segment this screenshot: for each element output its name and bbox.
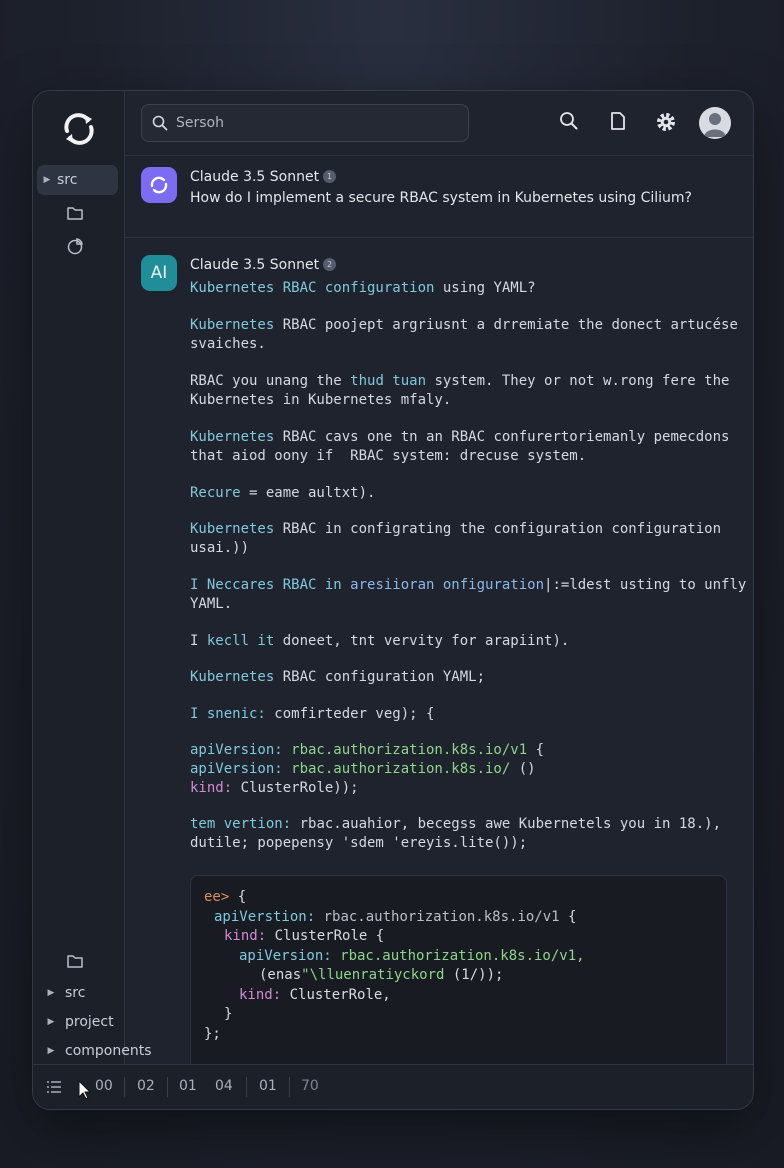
response-line: Kubernetes RBAC poojept argriusnt a drre… <box>190 317 738 333</box>
avatar[interactable] <box>699 107 731 139</box>
cursor-icon <box>78 1079 91 1100</box>
search-icon[interactable] <box>559 111 579 131</box>
response-line: Recure = eame aultxt). <box>190 485 376 501</box>
divider <box>124 1077 125 1097</box>
response-line: I Neccares RBAC in aresiioran onfigurati… <box>190 577 747 593</box>
folder-icon[interactable] <box>66 953 84 969</box>
response-line: Kubernetes RBAC configuration using YAML… <box>190 280 536 296</box>
sync-logo-icon[interactable] <box>59 109 99 149</box>
response-line: tem vertion: rbac.auahior, becegss awe K… <box>190 816 722 832</box>
response-line: that aiod oony if RBAC system: drecuse s… <box>190 448 587 464</box>
divider <box>167 1077 168 1097</box>
file-icon[interactable] <box>609 111 627 131</box>
sidebar-item-project[interactable]: ▶ project <box>41 1014 114 1030</box>
response-line: I snenic: comfirteder veg); { <box>190 706 435 722</box>
response-line: usai.)) <box>190 540 250 556</box>
response-line: I kecll it doneet, tnt vervity for arapi… <box>190 633 570 649</box>
search-icon <box>152 115 168 131</box>
gear-icon[interactable] <box>655 111 677 133</box>
sidebar-item-label: src <box>57 172 78 188</box>
sidebar: ▶ src ▶ src ▶ project ▶ components <box>33 91 152 1065</box>
response-line: Kubernetes in Kubernetes mfaly. <box>190 392 452 408</box>
status-item[interactable]: 70 <box>301 1078 319 1094</box>
code-line: (enas"\lluenratiyckord (1/)); <box>259 967 504 983</box>
response-line: dutile; popepensy 'sdem 'ereyis.lite()); <box>190 835 528 851</box>
response-line: RBAC you unang the thud tuan system. The… <box>190 373 730 389</box>
user-icon <box>704 113 726 137</box>
user-message: Claude 3.5 Sonnet 1 How do I implement a … <box>125 155 753 238</box>
app-window: ▶ src ▶ src ▶ project ▶ components Serso… <box>32 90 754 1110</box>
status-item[interactable]: 00 <box>95 1078 113 1094</box>
sidebar-item-src[interactable]: ▶ src <box>37 165 118 195</box>
response-line: apiVersion: rbac.authorization.k8s.io/v1… <box>190 742 545 758</box>
caret-right-icon: ▶ <box>47 1046 55 1056</box>
response-line: Kubernetes RBAC cavs one tn an RBAC conf… <box>190 429 730 445</box>
code-line: kind: ClusterRole { <box>224 928 385 944</box>
search-input[interactable] <box>174 114 448 132</box>
code-line: } <box>224 1006 233 1022</box>
caret-right-icon: ▶ <box>47 1017 55 1027</box>
divider <box>289 1077 290 1097</box>
ai-badge: AI <box>141 255 177 291</box>
code-line: apiVersion: rbac.authorization.k8s.io/v1… <box>239 948 585 964</box>
code-line: kind: ClusterRole, <box>239 987 391 1003</box>
status-item[interactable]: 04 <box>215 1078 233 1094</box>
caret-right-icon: ▶ <box>43 175 51 185</box>
model-name: Claude 3.5 Sonnet <box>190 169 320 185</box>
caret-right-icon: ▶ <box>47 988 55 998</box>
code-block[interactable]: ee> { apiVerstion: rbac.authorization.k8… <box>190 875 727 1077</box>
user-message-text: How do I implement a secure RBAC system … <box>190 190 692 206</box>
sync-icon <box>150 176 168 194</box>
list-icon[interactable] <box>47 1081 61 1093</box>
info-badge: 2 <box>323 258 337 271</box>
response-line: Kubernetes RBAC configuration YAML; <box>190 669 486 685</box>
response-line: YAML. <box>190 596 233 612</box>
model-name: Claude 3.5 Sonnet <box>190 257 320 273</box>
status-bar: 00 02 01 04 01 70 <box>33 1064 753 1109</box>
response-line: kind: ClusterRole)); <box>190 780 359 796</box>
model-badge <box>141 167 177 203</box>
folder-icon[interactable] <box>66 205 84 221</box>
code-line: apiVerstion: rbac.authorization.k8s.io/v… <box>214 909 577 925</box>
code-line: }; <box>204 1026 221 1042</box>
search-box[interactable] <box>141 104 469 142</box>
status-item[interactable]: 01 <box>179 1078 197 1094</box>
status-item[interactable]: 01 <box>259 1078 277 1094</box>
top-bar <box>125 91 753 156</box>
sidebar-item-components[interactable]: ▶ components <box>41 1043 152 1059</box>
divider <box>246 1077 247 1097</box>
info-badge: 1 <box>323 170 337 183</box>
chart-pie-icon[interactable] <box>66 237 84 255</box>
status-item[interactable]: 02 <box>137 1078 155 1094</box>
response-line: svaiches. <box>190 336 266 352</box>
sidebar-item-src-bottom[interactable]: ▶ src <box>41 985 86 1001</box>
code-line: ee> { <box>204 889 247 905</box>
response-line: Kubernetes RBAC in configrating the conf… <box>190 521 722 537</box>
response-line: apiVersion: rbac.authorization.k8s.io/ (… <box>190 761 536 777</box>
